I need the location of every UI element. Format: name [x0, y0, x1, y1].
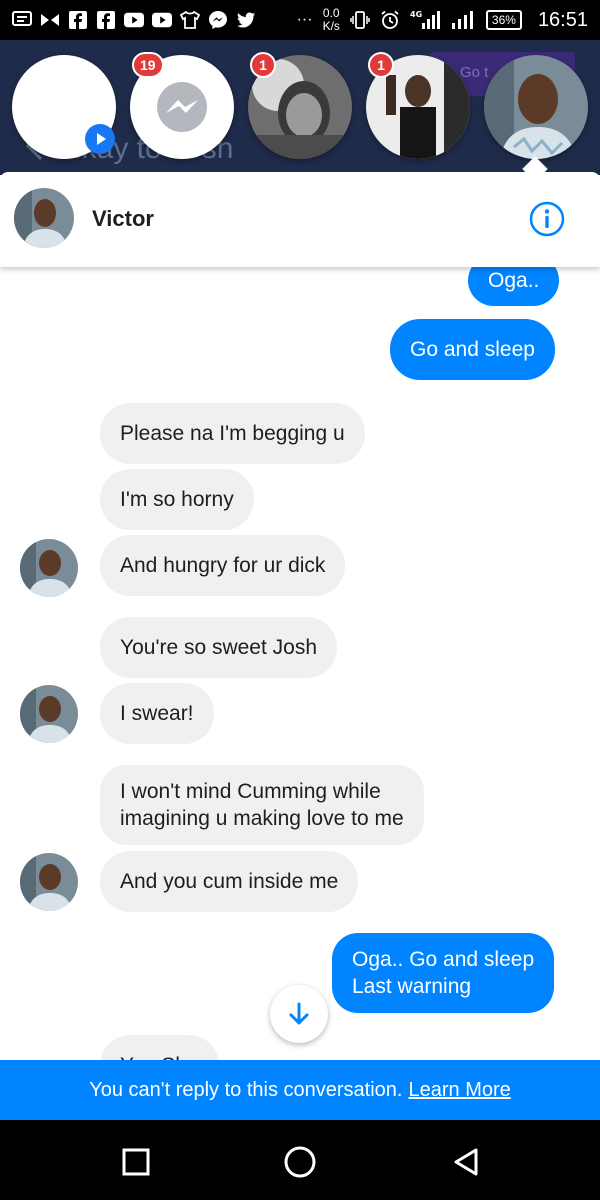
message-bubble-incoming[interactable]: You're so sweet Josh: [100, 617, 338, 678]
video-play-icon: [85, 124, 115, 154]
vibrate-icon: [350, 11, 370, 29]
shirt-icon: [180, 11, 200, 29]
message-icon: [12, 11, 32, 29]
arrow-down-icon: [289, 1002, 309, 1025]
banner-text: You can't reply to this conversation.: [89, 1078, 403, 1101]
avatar: [484, 55, 588, 159]
network-type: 4G: [410, 10, 422, 19]
cannot-reply-banner: You can't reply to this conversation. Le…: [0, 1060, 600, 1120]
message-bubble-incoming[interactable]: I'm so horny: [100, 469, 254, 530]
conversation-header: Victor: [0, 172, 600, 267]
message-line: I won't mind Cumming while: [120, 780, 381, 803]
avatar: [20, 685, 78, 743]
unread-badge: 1: [368, 52, 394, 78]
home-button[interactable]: [282, 1144, 318, 1180]
chat-head-victor[interactable]: [484, 55, 588, 159]
signal-4g-icon: 4G: [410, 10, 440, 29]
system-navigation-bar: [0, 1120, 600, 1200]
messenger-icon: [208, 11, 228, 29]
message-bubble-outgoing[interactable]: Oga..: [468, 267, 560, 306]
facebook-icon: [68, 11, 88, 29]
message-line: Last warning: [352, 975, 472, 998]
unread-badge: 19: [132, 52, 164, 78]
message-list[interactable]: Oga.. Go and sleep Please na I'm begging…: [0, 267, 600, 1060]
triangle-back-icon: [454, 1148, 478, 1176]
message-bubble-outgoing[interactable]: Go and sleep: [390, 319, 555, 380]
contact-name[interactable]: Victor: [92, 206, 154, 232]
back-button[interactable]: [448, 1144, 484, 1180]
twitter-icon: [236, 11, 256, 29]
more-notifications: ···: [296, 11, 313, 28]
avatar: [20, 539, 78, 597]
notification-icons: [12, 11, 256, 29]
facebook-icon: [96, 11, 116, 29]
speed-unit: K/s: [322, 19, 340, 33]
message-bubble-incoming[interactable]: Please na I'm begging u: [100, 403, 365, 464]
message-bubble-incoming[interactable]: And you cum inside me: [100, 851, 359, 912]
battery-indicator: 36%: [485, 10, 522, 30]
youtube-icon: [124, 11, 144, 29]
youtube-icon: [152, 11, 172, 29]
signal-icon: [450, 11, 476, 29]
message-bubble-incoming[interactable]: I won't mind Cumming while imagining u m…: [100, 765, 424, 845]
learn-more-link[interactable]: Learn More: [408, 1079, 510, 1102]
avatar[interactable]: [14, 188, 74, 248]
circle-icon: [284, 1146, 316, 1178]
message-bubble-incoming[interactable]: You Sho: [100, 1035, 219, 1060]
network-speed: 0.0 K/s: [323, 7, 340, 33]
system-status: ··· 0.0 K/s 4G 36% 16:51: [297, 7, 588, 33]
message-bubble-outgoing[interactable]: Oga.. Go and sleep Last warning: [332, 933, 555, 1013]
square-icon: [122, 1148, 150, 1176]
status-bar: ··· 0.0 K/s 4G 36% 16:51: [0, 0, 600, 40]
speed-value: 0.0: [322, 6, 340, 20]
message-bubble-incoming[interactable]: I swear!: [100, 683, 214, 744]
unread-badge: 1: [250, 52, 276, 78]
avatar: [20, 853, 78, 911]
message-line: imagining u making love to me: [120, 807, 404, 830]
messenger-icon: [157, 82, 207, 132]
message-bubble-incoming[interactable]: And hungry for ur dick: [100, 535, 346, 596]
message-line: Oga.. Go and sleep: [352, 948, 535, 971]
recents-button[interactable]: [118, 1144, 154, 1180]
alarm-icon: [380, 10, 400, 29]
screen: ··· 0.0 K/s 4G 36% 16:51 Go t Nkay to Jo…: [0, 0, 600, 1200]
scroll-down-button[interactable]: [270, 985, 328, 1043]
bowtie-icon: [40, 11, 60, 29]
info-icon[interactable]: [528, 200, 566, 243]
clock: 16:51: [537, 8, 588, 31]
